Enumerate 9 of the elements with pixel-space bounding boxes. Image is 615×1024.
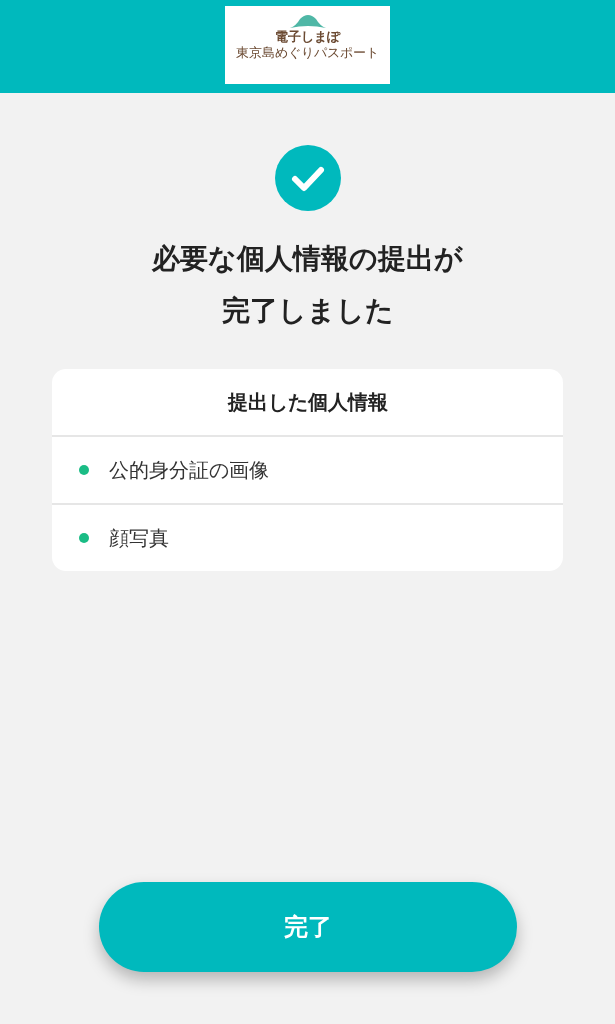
done-button[interactable]: 完了 <box>98 882 517 972</box>
card-title: 提出した個人情報 <box>52 369 563 437</box>
completion-title: 完了しました <box>221 293 394 329</box>
info-item: 顔写真 <box>109 524 169 552</box>
check-icon <box>274 145 341 211</box>
logo-name: 電子しまぽ <box>275 29 340 45</box>
logo-tagline: 東京島めぐりパスポート <box>236 45 379 60</box>
completion-title: 必要な個人情報の提出が <box>152 241 463 277</box>
info-item: 公的身分証の画像 <box>109 456 269 484</box>
